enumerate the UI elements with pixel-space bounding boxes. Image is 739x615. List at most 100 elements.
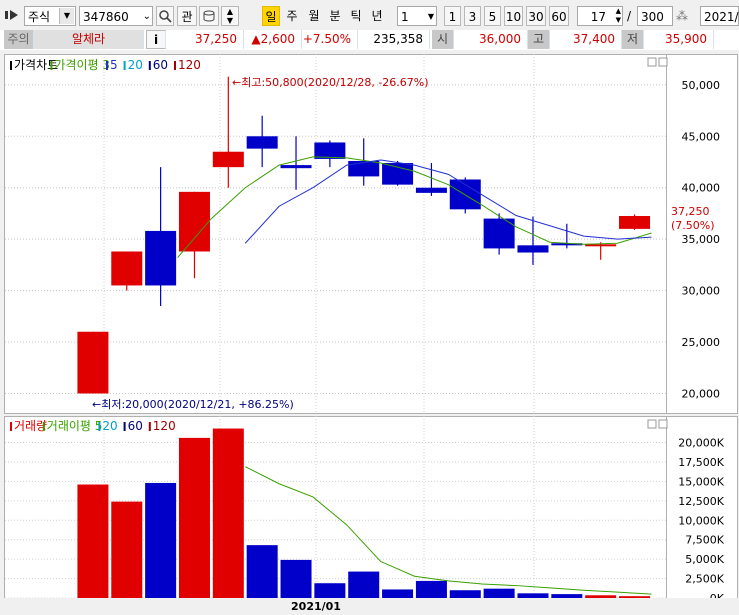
- candle-body: [517, 245, 549, 253]
- menu-arrow-icon[interactable]: [4, 5, 22, 25]
- volume-bar: [551, 594, 583, 598]
- current-price: 37,250: [168, 30, 244, 49]
- volume-legend-marker: [123, 422, 126, 431]
- search-button[interactable]: [156, 6, 174, 26]
- date-input[interactable]: 2021/0: [700, 6, 739, 26]
- volume-tick-label: 17,500K: [678, 456, 724, 469]
- low-price: 35,900: [644, 30, 714, 49]
- price-legend-text: 20: [128, 58, 143, 72]
- volume-legend-marker: [148, 422, 151, 431]
- info-button[interactable]: i: [146, 30, 166, 49]
- chevron-down-icon: ⌄: [142, 11, 151, 22]
- spin-icon[interactable]: ▲ ▼: [616, 7, 621, 25]
- period-tab-5[interactable]: 년: [368, 6, 386, 26]
- price-legend-marker: [50, 61, 53, 70]
- period-tab-1[interactable]: 주: [283, 6, 301, 26]
- interval-select[interactable]: 1 ▼: [397, 6, 437, 26]
- search-icon: [159, 10, 172, 23]
- volume-bar: [415, 580, 447, 598]
- volume-tick-label: 12,500K: [678, 495, 724, 508]
- candle-body: [111, 251, 143, 286]
- panel-window-button: [647, 419, 657, 429]
- price-legend-marker: [174, 61, 176, 70]
- price-legend-marker: [106, 61, 108, 70]
- min-price-label: ←최저:20,000(2020/12/21, +86.25%): [92, 398, 294, 411]
- candle-body: [280, 165, 312, 169]
- price-legend-text: 120: [178, 58, 201, 72]
- price-tick-label: 40,000: [682, 182, 721, 195]
- price-legend-marker: [148, 61, 151, 70]
- x-axis-date-label: 2021/01: [291, 600, 341, 612]
- panel-window-button: [658, 419, 668, 429]
- volume-bar: [517, 593, 549, 598]
- volume-bar: [280, 559, 312, 598]
- volume-legend-text: 60: [128, 419, 143, 433]
- stock-info-bar: 주의 알체라 i 37,250 ▲2,600 +7.50% 235,358 시 …: [0, 30, 739, 50]
- caution-badge: 주의: [4, 30, 34, 49]
- price-legend-text: 5: [110, 58, 118, 72]
- market-select-value: 주식: [28, 10, 51, 24]
- period-tab-3[interactable]: 분: [326, 6, 344, 26]
- max-price-label: ←최고:50,800(2020/12/28, -26.67%): [232, 76, 429, 89]
- quick-interval-2[interactable]: 5: [484, 6, 501, 26]
- volume-legend-marker: [98, 422, 101, 431]
- code-input[interactable]: 347860 ⌄: [79, 6, 153, 26]
- price-tick-label: 35,000: [682, 233, 721, 246]
- candle-body: [212, 151, 244, 168]
- volume-tick-label: 5,000K: [685, 553, 724, 566]
- volume-tick-label: 2,500K: [685, 573, 724, 586]
- volume-legend-text: 거래량: [14, 419, 47, 433]
- volume-bar: [449, 590, 481, 598]
- period-tab-0[interactable]: 일: [262, 6, 280, 26]
- candle-body: [619, 216, 651, 229]
- count-input[interactable]: 17 ▲ ▼: [577, 6, 623, 26]
- interval-select-value: 1: [401, 10, 409, 24]
- volume-bar: [178, 437, 210, 598]
- gear-button[interactable]: [199, 6, 219, 26]
- market-select[interactable]: 주식 ▼: [24, 6, 76, 26]
- last-price-label: 37,250: [671, 205, 710, 218]
- updown-button[interactable]: ▲ ▼: [221, 6, 239, 26]
- price-tick-label: 30,000: [682, 285, 721, 298]
- related-button[interactable]: 관: [177, 6, 197, 26]
- high-price: 37,400: [550, 30, 622, 49]
- price-tick-label: 25,000: [682, 336, 721, 349]
- price-legend-marker: [123, 61, 126, 70]
- stock-chart[interactable]: 50,000 45,000 40,000 35,000 30,000 25,000 20,0…: [4, 52, 739, 613]
- x-axis-strip: [4, 598, 739, 612]
- chevron-down-icon: ▼: [427, 12, 434, 21]
- quick-interval-5[interactable]: 60: [549, 6, 569, 26]
- price-legend-text: 60: [153, 58, 168, 72]
- quick-interval-3[interactable]: 10: [504, 6, 523, 26]
- code-input-value: 347860: [83, 10, 129, 24]
- price-tick-label: 50,000: [682, 79, 721, 92]
- quick-interval-0[interactable]: 1: [444, 6, 461, 26]
- period-tab-4[interactable]: 틱: [347, 6, 365, 26]
- price-tick-label: 20,000: [682, 387, 721, 400]
- count-input-value: 17: [590, 10, 606, 24]
- period-tab-2[interactable]: 월: [305, 6, 323, 26]
- volume-tick-label: 7,500K: [685, 534, 724, 547]
- grid-settings-button[interactable]: ⁂: [676, 6, 694, 26]
- trade-volume: 235,358: [358, 30, 430, 49]
- volume-bar: [585, 595, 617, 598]
- volume-bar: [619, 596, 651, 598]
- candle-body: [415, 187, 447, 193]
- volume-legend-text: 20: [102, 419, 117, 433]
- volume-bar: [145, 482, 177, 598]
- count-total-input[interactable]: 300: [637, 6, 673, 26]
- chart-area[interactable]: 50,000 45,000 40,000 35,000 30,000 25,000 20,0…: [4, 52, 739, 613]
- volume-bar: [382, 589, 414, 598]
- volume-tick-label: 20,000K: [678, 437, 724, 450]
- volume-legend-text: 120: [153, 419, 176, 433]
- price-change: ▲2,600: [244, 30, 302, 49]
- volume-bar: [483, 588, 515, 598]
- drum-icon: [203, 10, 215, 22]
- volume-tick-label: 10,000K: [678, 514, 724, 527]
- high-label: 고: [528, 30, 550, 49]
- quick-interval-1[interactable]: 3: [464, 6, 481, 26]
- low-label: 저: [622, 30, 644, 49]
- price-legend-text: 가격이평 3: [54, 58, 110, 72]
- quick-interval-4[interactable]: 30: [526, 6, 546, 26]
- volume-bar: [246, 545, 278, 598]
